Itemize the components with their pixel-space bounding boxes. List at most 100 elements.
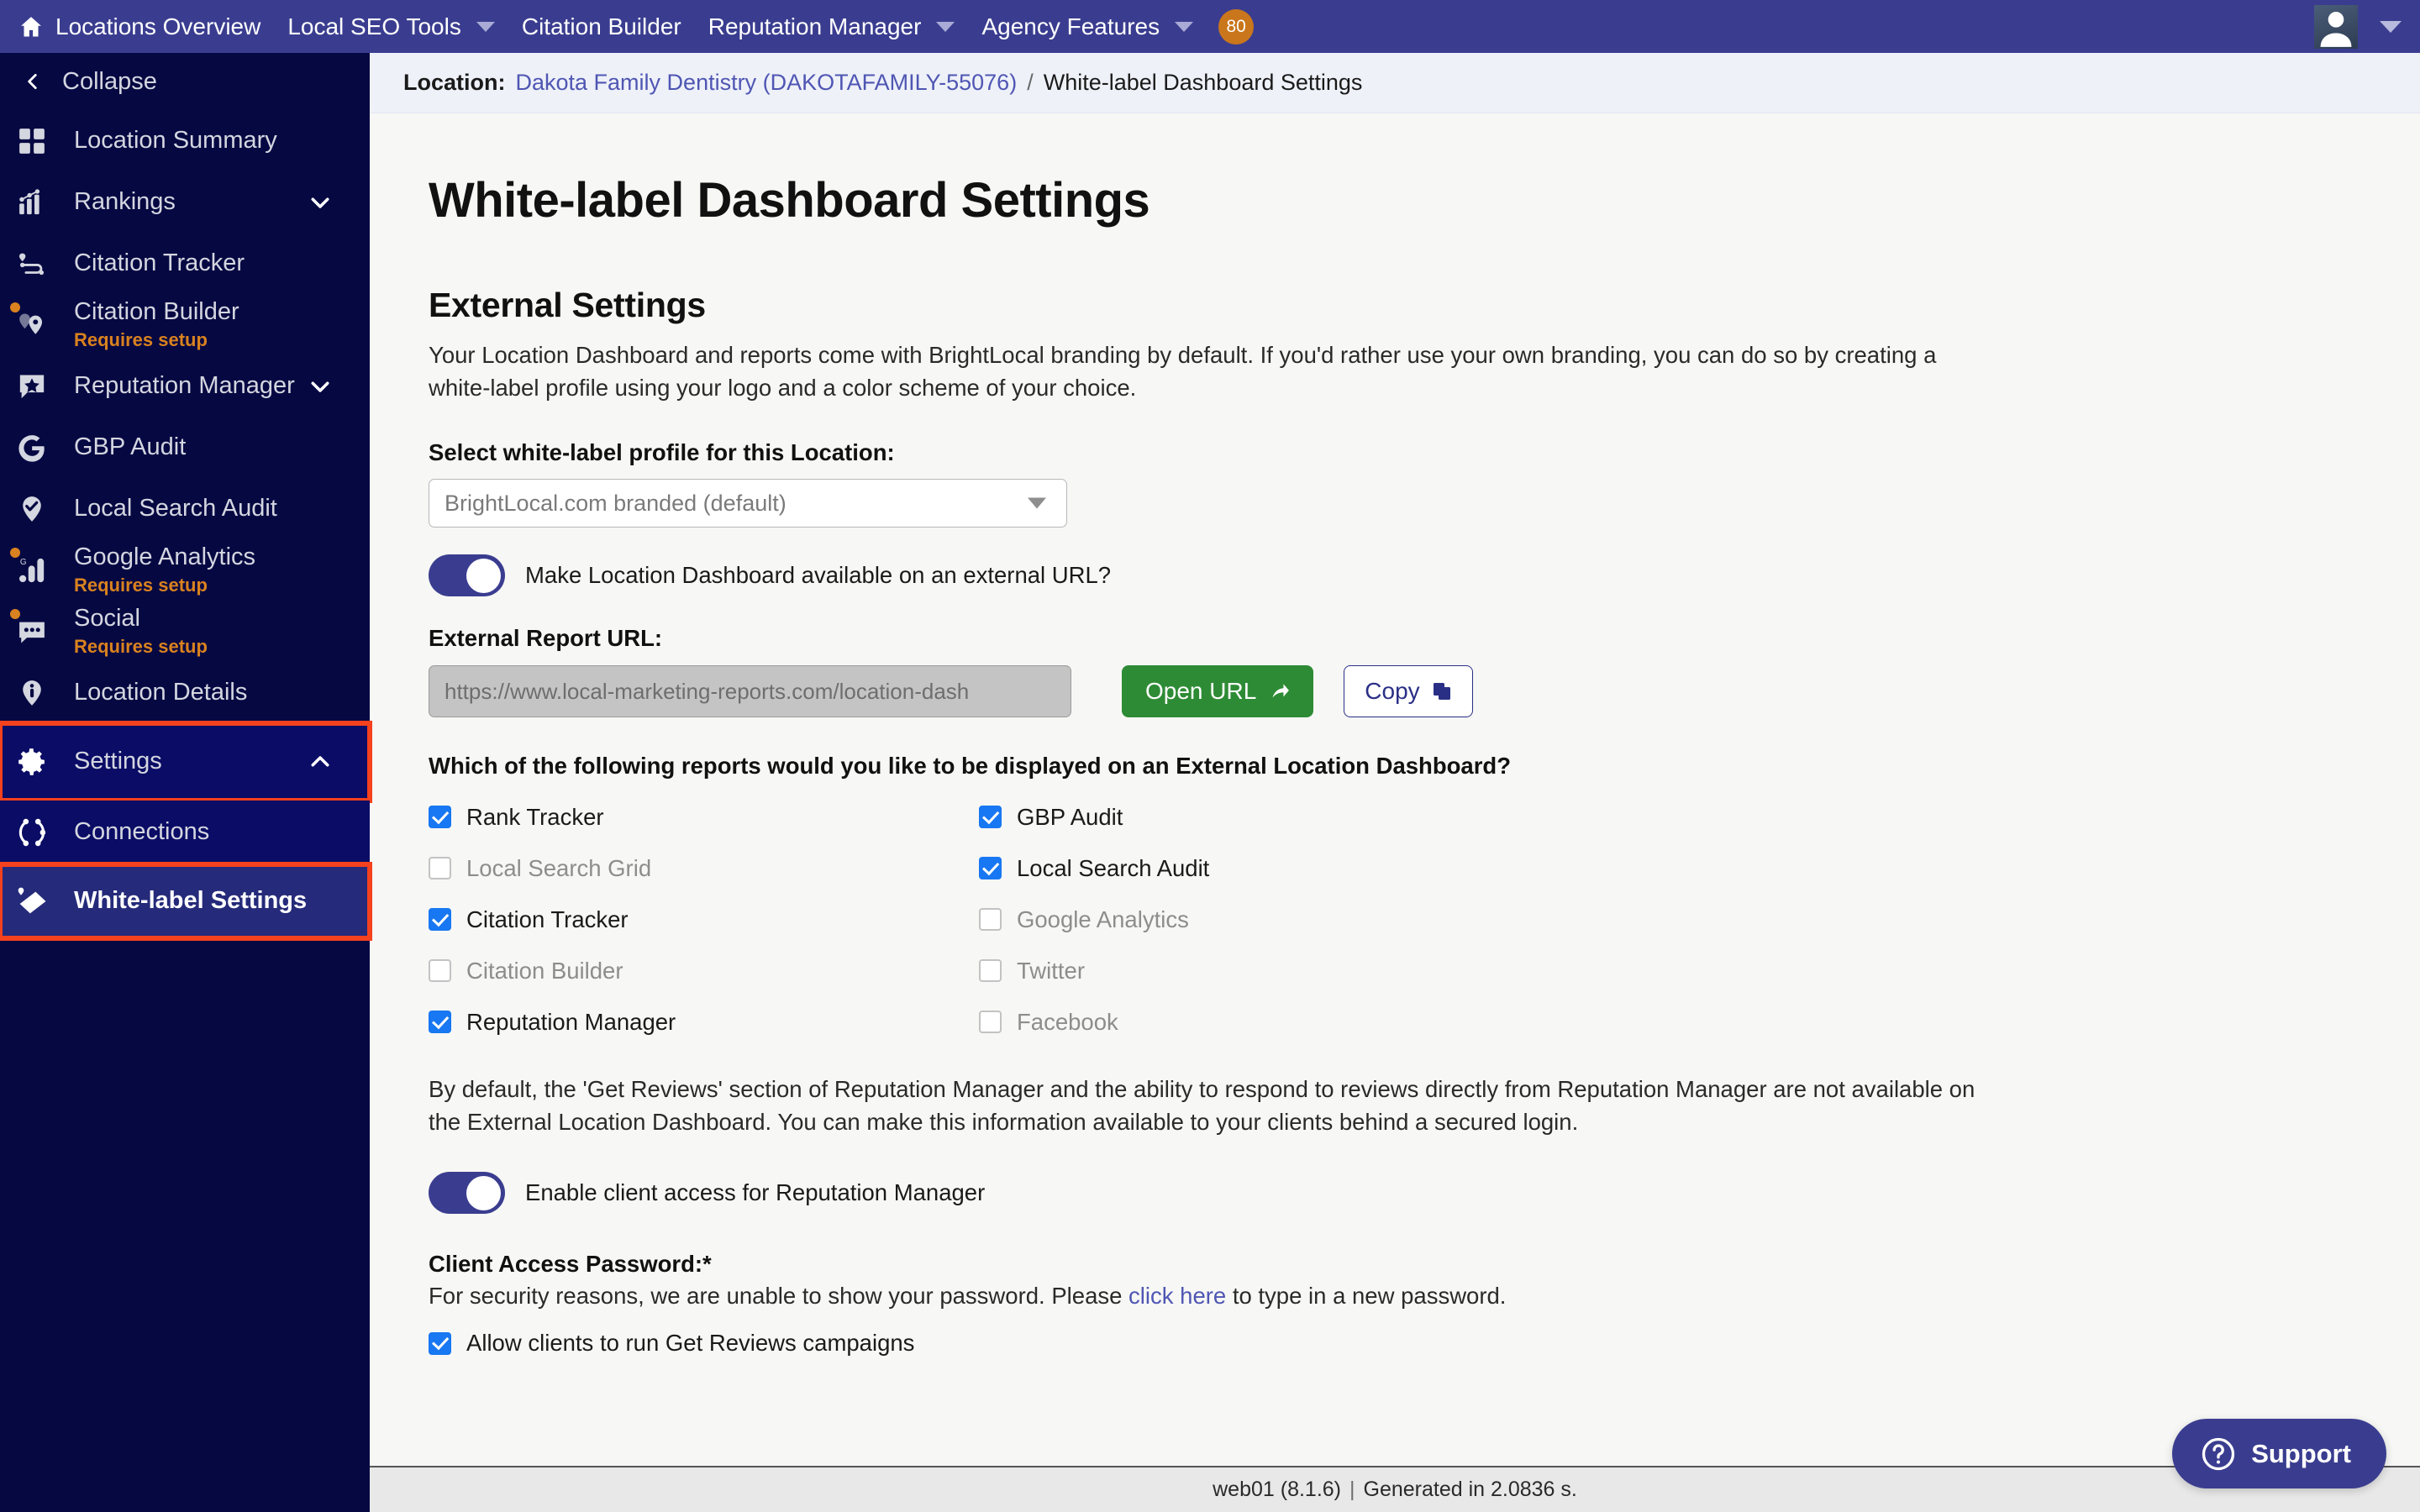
alert-dot-icon [10, 547, 20, 558]
nav-label: Local SEO Tools [287, 13, 461, 39]
breadcrumb-current-page: White-label Dashboard Settings [1043, 70, 1363, 95]
external-url-toggle[interactable] [429, 554, 505, 597]
chevron-left-icon [18, 67, 47, 96]
copy-label: Copy [1365, 678, 1420, 705]
sidebar-item-settings[interactable]: Settings [0, 721, 372, 803]
sidebar-item-social[interactable]: Social Requires setup [0, 601, 370, 662]
checkbox-icon[interactable] [429, 806, 451, 829]
checkbox-icon [429, 857, 451, 880]
footer-server: web01 (8.1.6) [1213, 1478, 1341, 1501]
checkbox-icon[interactable] [429, 908, 451, 932]
default-reviews-note: By default, the 'Get Reviews' section of… [429, 1076, 1975, 1136]
chevron-down-icon [476, 21, 495, 32]
svg-text:G: G [20, 557, 27, 566]
checkbox-icon[interactable] [979, 806, 1002, 829]
checkbox-label: Google Analytics [1017, 906, 1189, 932]
toggle-knob [466, 558, 501, 593]
breadcrumb-location-link[interactable]: Dakota Family Dentistry (DAKOTAFAMILY-55… [516, 70, 1018, 96]
sidebar-item-location-summary[interactable]: Location Summary [0, 110, 370, 171]
alert-dot-icon [10, 608, 20, 619]
question-circle-icon [2201, 1436, 2236, 1472]
sidebar-item-label: Connections [74, 818, 210, 846]
home-icon [18, 14, 44, 39]
nav-item-locations-overview[interactable]: Locations Overview [0, 0, 274, 53]
grid-icon [8, 118, 55, 165]
breadcrumb: Location: Dakota Family Dentistry (DAKOT… [370, 53, 2420, 113]
client-access-password-help: For security reasons, we are unable to s… [429, 1283, 2420, 1310]
external-report-url-label: External Report URL: [429, 625, 663, 652]
chevron-up-icon[interactable] [306, 748, 334, 776]
breadcrumb-label: Location: [403, 70, 506, 95]
footer: web01 (8.1.6) | Generated in 2.0836 s. [370, 1466, 2420, 1512]
nav-item-local-seo-tools[interactable]: Local SEO Tools [274, 0, 508, 53]
chevron-down-icon[interactable] [306, 188, 334, 217]
gear-icon [8, 738, 55, 785]
checkbox-icon[interactable] [429, 1011, 451, 1034]
client-access-toggle-label: Enable client access for Reputation Mana… [525, 1179, 986, 1206]
checkbox-icon[interactable] [979, 857, 1002, 880]
nav-label: Agency Features [981, 13, 1160, 39]
client-access-password-label: Client Access Password:* [429, 1251, 712, 1278]
sidebar-collapse-button[interactable]: Collapse [0, 53, 370, 110]
profile-select-label: Select white-label profile for this Loca… [429, 439, 895, 466]
sidebar-item-text: Reputation Manager [74, 372, 295, 400]
checkbox-icon[interactable] [429, 1331, 451, 1355]
section-title-external-settings: External Settings [429, 286, 706, 324]
checkbox-gbp-audit[interactable]: GBP Audit [979, 791, 1353, 843]
sidebar-item-location-details[interactable]: Location Details [0, 662, 370, 723]
sidebar-item-rankings[interactable]: Rankings [0, 171, 370, 233]
sidebar-item-google-analytics[interactable]: G Google Analytics Requires setup [0, 539, 370, 601]
sidebar-item-label: White-label Settings [74, 887, 308, 915]
checkbox-local-search-audit[interactable]: Local Search Audit [979, 843, 1353, 894]
nav-label: Reputation Manager [708, 13, 922, 39]
map-pins-icon [8, 302, 55, 349]
credits-badge[interactable]: 80 [1218, 8, 1255, 45]
toggle-knob [466, 1175, 501, 1210]
nav-item-citation-builder[interactable]: Citation Builder [508, 0, 695, 53]
checkbox-reputation-manager[interactable]: Reputation Manager [429, 996, 979, 1047]
password-change-link[interactable]: click here [1128, 1283, 1226, 1309]
checkbox-icon [979, 908, 1002, 932]
external-url-row: https://www.local-marketing-reports.com/… [429, 665, 2420, 718]
sidebar-item-label: Location Summary [74, 126, 277, 154]
sidebar-item-white-label-settings[interactable]: White-label Settings [0, 862, 372, 941]
sidebar-item-gbp-audit[interactable]: GBP Audit [0, 417, 370, 478]
white-label-profile-select[interactable]: BrightLocal.com branded (default) [429, 479, 1067, 528]
sidebar-collapse-label: Collapse [62, 67, 157, 95]
google-analytics-icon: G [8, 547, 55, 594]
sidebar-item-text: Settings [74, 748, 162, 775]
checkbox-icon [429, 959, 451, 983]
open-url-button[interactable]: Open URL [1122, 665, 1314, 718]
sidebar-item-citation-tracker[interactable]: Citation Tracker [0, 233, 370, 294]
checkbox-citation-tracker[interactable]: Citation Tracker [429, 894, 979, 945]
sidebar-item-status: Requires setup [74, 328, 208, 350]
external-link-arrow-icon [1268, 680, 1290, 702]
support-button[interactable]: Support [2172, 1419, 2386, 1488]
sidebar-item-citation-builder[interactable]: Citation Builder Requires setup [0, 294, 370, 355]
info-pin-icon [8, 669, 55, 717]
checkbox-facebook: Facebook [979, 996, 1353, 1047]
checkbox-label: Rank Tracker [466, 803, 604, 830]
nav-item-reputation-manager[interactable]: Reputation Manager [695, 0, 969, 53]
chevron-down-icon[interactable] [306, 372, 334, 401]
sidebar-item-connections[interactable]: Connections [0, 801, 370, 864]
checkbox-rank-tracker[interactable]: Rank Tracker [429, 791, 979, 843]
avatar[interactable] [2314, 4, 2358, 49]
copy-url-button[interactable]: Copy [1344, 665, 1473, 718]
external-report-url-input[interactable]: https://www.local-marketing-reports.com/… [429, 665, 1071, 718]
nav-item-agency-features[interactable]: Agency Features [968, 0, 1207, 53]
client-access-toggle[interactable] [429, 1172, 505, 1215]
pin-check-icon [8, 486, 55, 533]
sidebar-item-label: Settings [74, 748, 162, 775]
checkbox-label: Citation Builder [466, 957, 623, 984]
checkbox-allow-get-reviews-campaigns[interactable]: Allow clients to run Get Reviews campaig… [429, 1330, 2420, 1357]
chevron-down-icon[interactable] [2380, 20, 2402, 33]
page-title: White-label Dashboard Settings [429, 173, 1150, 228]
checkbox-label: Facebook [1017, 1008, 1118, 1035]
password-help-after: to type in a new password. [1226, 1283, 1507, 1310]
open-url-label: Open URL [1145, 678, 1257, 705]
user-menu[interactable] [2314, 0, 2420, 53]
checkbox-citation-builder: Citation Builder [429, 945, 979, 996]
sidebar-item-reputation-manager[interactable]: Reputation Manager [0, 355, 370, 417]
sidebar-item-local-search-audit[interactable]: Local Search Audit [0, 478, 370, 539]
